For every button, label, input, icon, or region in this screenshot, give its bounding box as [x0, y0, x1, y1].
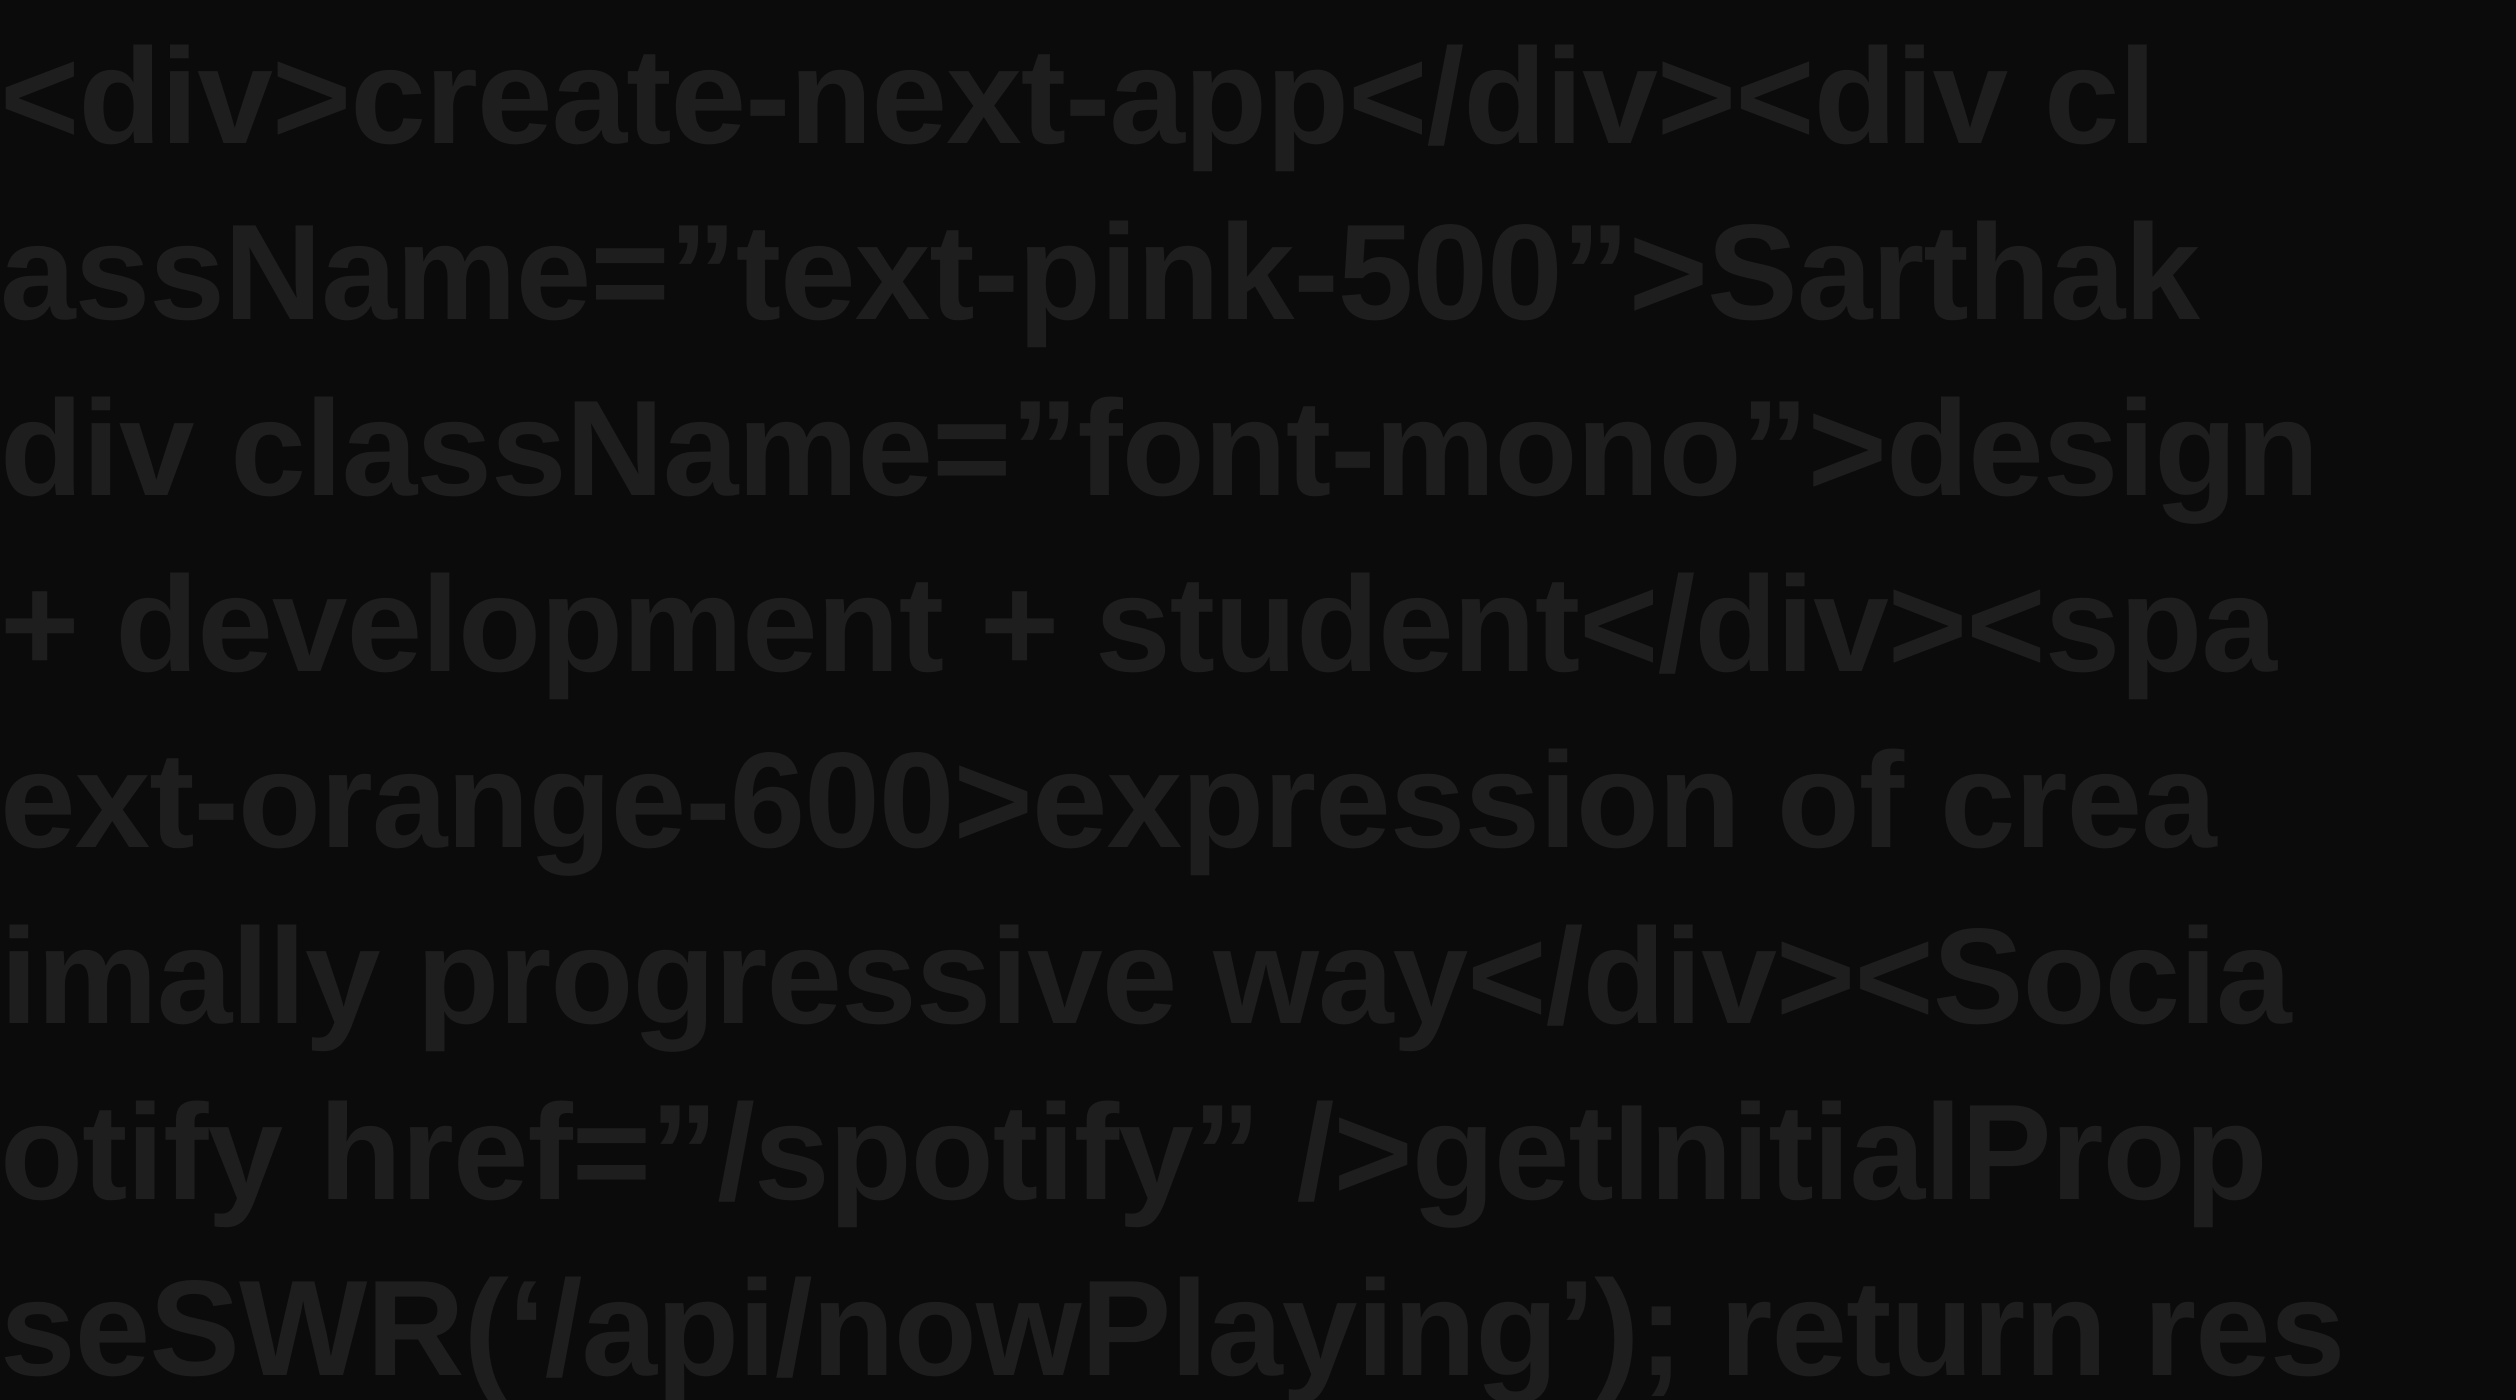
code-text-background: <div>create-next-app</div><div cl assNam…	[0, 0, 2516, 1400]
code-line: imally progressive way</div><Socia	[0, 900, 2292, 1052]
code-line: + development + student</div><spa	[0, 548, 2277, 700]
code-line: ext-orange-600>expression of crea	[0, 724, 2217, 876]
code-line: assName=”text-pink-500”>Sarthak	[0, 196, 2200, 348]
code-line: otify href=”/spotify” />getInitialProp	[0, 1076, 2268, 1228]
code-line: div className=”font-mono”>design	[0, 372, 2319, 524]
code-line: seSWR(‘/api/nowPlaying’); return res	[0, 1252, 2345, 1400]
code-line: <div>create-next-app</div><div cl	[0, 20, 2156, 172]
